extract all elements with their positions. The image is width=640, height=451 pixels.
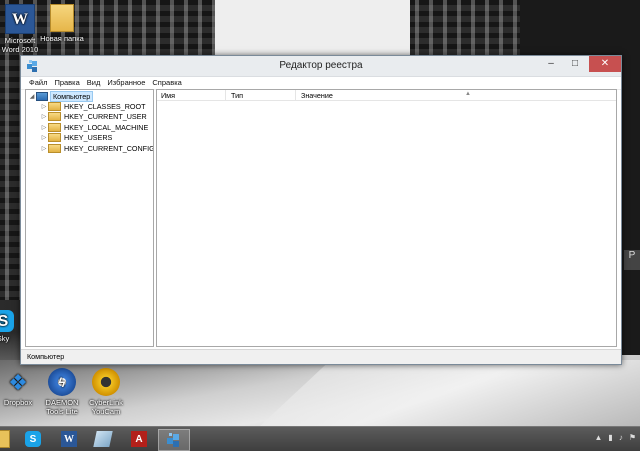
window-title: Редактор реестра bbox=[279, 60, 363, 71]
dropbox-icon: ❖ bbox=[8, 369, 28, 395]
tree-item-hkey-users[interactable]: ▷ HKEY_USERS bbox=[40, 133, 112, 143]
maximize-button[interactable]: □ bbox=[563, 56, 587, 72]
taskbar-file-explorer[interactable] bbox=[0, 429, 16, 449]
expand-arrow-icon[interactable]: ▷ bbox=[40, 134, 48, 141]
tree-item-computer[interactable]: ◢ Компьютер bbox=[28, 90, 94, 102]
file-explorer-icon bbox=[0, 430, 10, 448]
expand-arrow-icon[interactable]: ▷ bbox=[40, 113, 48, 120]
folder-icon bbox=[48, 133, 61, 142]
column-header-name[interactable]: Имя bbox=[161, 91, 175, 100]
tree-item-hkey-current-user[interactable]: ▷ HKEY_CURRENT_USER bbox=[40, 112, 147, 122]
status-bar: Компьютер bbox=[21, 349, 621, 364]
folder-icon bbox=[48, 4, 76, 32]
tree-item-hkey-classes-root[interactable]: ▷ HKEY_CLASSES_ROOT bbox=[40, 101, 146, 111]
desktop-icon-label: Dropbox bbox=[3, 398, 33, 407]
skype-icon: S bbox=[0, 310, 14, 332]
app-icon bbox=[93, 431, 113, 447]
column-divider[interactable] bbox=[295, 90, 296, 100]
menu-favorites[interactable]: Избранное bbox=[107, 77, 150, 89]
menu-file[interactable]: Файл bbox=[29, 77, 52, 89]
tree-item-hkey-current-config[interactable]: ▷ HKEY_CURRENT_CONFIG bbox=[40, 143, 154, 153]
taskbar: S W A ▲ ▮ ♪ ⚑ bbox=[0, 426, 640, 451]
menu-edit[interactable]: Правка bbox=[54, 77, 84, 89]
daemon-tools-icon: ϟ bbox=[48, 368, 76, 396]
sky bbox=[215, 0, 415, 60]
minimize-button[interactable]: – bbox=[539, 56, 563, 72]
column-header-value[interactable]: Значение bbox=[301, 91, 333, 100]
menu-help[interactable]: Справка bbox=[152, 77, 186, 89]
regedit-icon bbox=[167, 433, 179, 447]
registry-editor-window: Редактор реестра – □ ✕ Файл Правка Вид И… bbox=[20, 55, 622, 365]
expand-arrow-icon[interactable]: ▷ bbox=[40, 103, 48, 110]
column-headers: Имя Тип Значение ▲ bbox=[157, 90, 616, 101]
desktop-icon-label: Sky bbox=[0, 334, 10, 343]
title-bar[interactable]: Редактор реестра – □ ✕ bbox=[21, 56, 621, 77]
collapse-arrow-icon[interactable]: ◢ bbox=[28, 93, 36, 100]
column-divider[interactable] bbox=[225, 90, 226, 100]
tree-item-label: HKEY_CURRENT_CONFIG bbox=[64, 143, 154, 153]
desktop-icon-label: Новая папка bbox=[40, 34, 84, 43]
menu-view[interactable]: Вид bbox=[87, 77, 106, 89]
close-button[interactable]: ✕ bbox=[589, 56, 621, 72]
folder-icon bbox=[48, 101, 61, 111]
panes: ◢ Компьютер ▷ HKEY_CLASSES_ROOT ▷ HKEY_C… bbox=[25, 89, 617, 347]
skype-icon: S bbox=[25, 431, 41, 447]
taskbar-app[interactable] bbox=[88, 429, 118, 449]
tree-item-hkey-local-machine[interactable]: ▷ HKEY_LOCAL_MACHINE bbox=[40, 122, 148, 132]
folder-icon bbox=[48, 143, 61, 153]
word-icon: W bbox=[61, 431, 77, 447]
street-sign: P bbox=[624, 250, 640, 270]
desktop-icon-daemon-tools[interactable]: ϟ DAEMON Tools Lite bbox=[38, 368, 86, 416]
taskbar-word[interactable]: W bbox=[54, 429, 84, 449]
cyberlink-youcam-icon bbox=[92, 368, 120, 396]
desktop-icon-cyberlink-youcam[interactable]: CyberLink YouCam bbox=[82, 368, 130, 416]
taskbar-acrobat[interactable]: A bbox=[124, 429, 154, 449]
action-center-icon[interactable]: ⚑ bbox=[629, 433, 636, 442]
tree-item-label: HKEY_USERS bbox=[64, 133, 113, 142]
folder-icon bbox=[48, 112, 61, 121]
taskbar-regedit[interactable] bbox=[158, 429, 190, 451]
volume-icon[interactable]: ♪ bbox=[619, 433, 623, 442]
network-icon[interactable]: ▮ bbox=[608, 433, 612, 442]
tray-arrow-icon[interactable]: ▲ bbox=[595, 433, 603, 442]
tree-item-label: HKEY_CLASSES_ROOT bbox=[64, 101, 146, 111]
desktop-icon-label: DAEMON Tools Lite bbox=[45, 398, 79, 416]
system-tray: ▲ ▮ ♪ ⚑ bbox=[595, 433, 637, 442]
taskbar-skype[interactable]: S bbox=[18, 429, 48, 449]
registry-tree[interactable]: ◢ Компьютер ▷ HKEY_CLASSES_ROOT ▷ HKEY_C… bbox=[25, 89, 154, 347]
tree-item-label: HKEY_LOCAL_MACHINE bbox=[64, 122, 149, 132]
acrobat-icon: A bbox=[131, 431, 147, 447]
expand-arrow-icon[interactable]: ▷ bbox=[40, 124, 48, 131]
folder-icon bbox=[48, 122, 61, 132]
desktop-icon-skype[interactable]: S Sky bbox=[0, 310, 20, 343]
computer-icon bbox=[36, 91, 48, 101]
tree-item-label: HKEY_CURRENT_USER bbox=[64, 112, 147, 121]
desktop-icon-label: CyberLink YouCam bbox=[89, 398, 123, 416]
sort-arrow-icon: ▲ bbox=[465, 91, 471, 97]
tree-item-label: Компьютер bbox=[49, 90, 94, 102]
values-list[interactable]: Имя Тип Значение ▲ bbox=[156, 89, 617, 347]
expand-arrow-icon[interactable]: ▷ bbox=[40, 145, 48, 152]
word-icon: W bbox=[5, 4, 35, 34]
desktop-icon-dropbox[interactable]: ❖ Dropbox bbox=[0, 368, 42, 407]
column-header-type[interactable]: Тип bbox=[231, 91, 243, 100]
desktop-icon-new-folder[interactable]: Новая папка bbox=[38, 4, 86, 43]
